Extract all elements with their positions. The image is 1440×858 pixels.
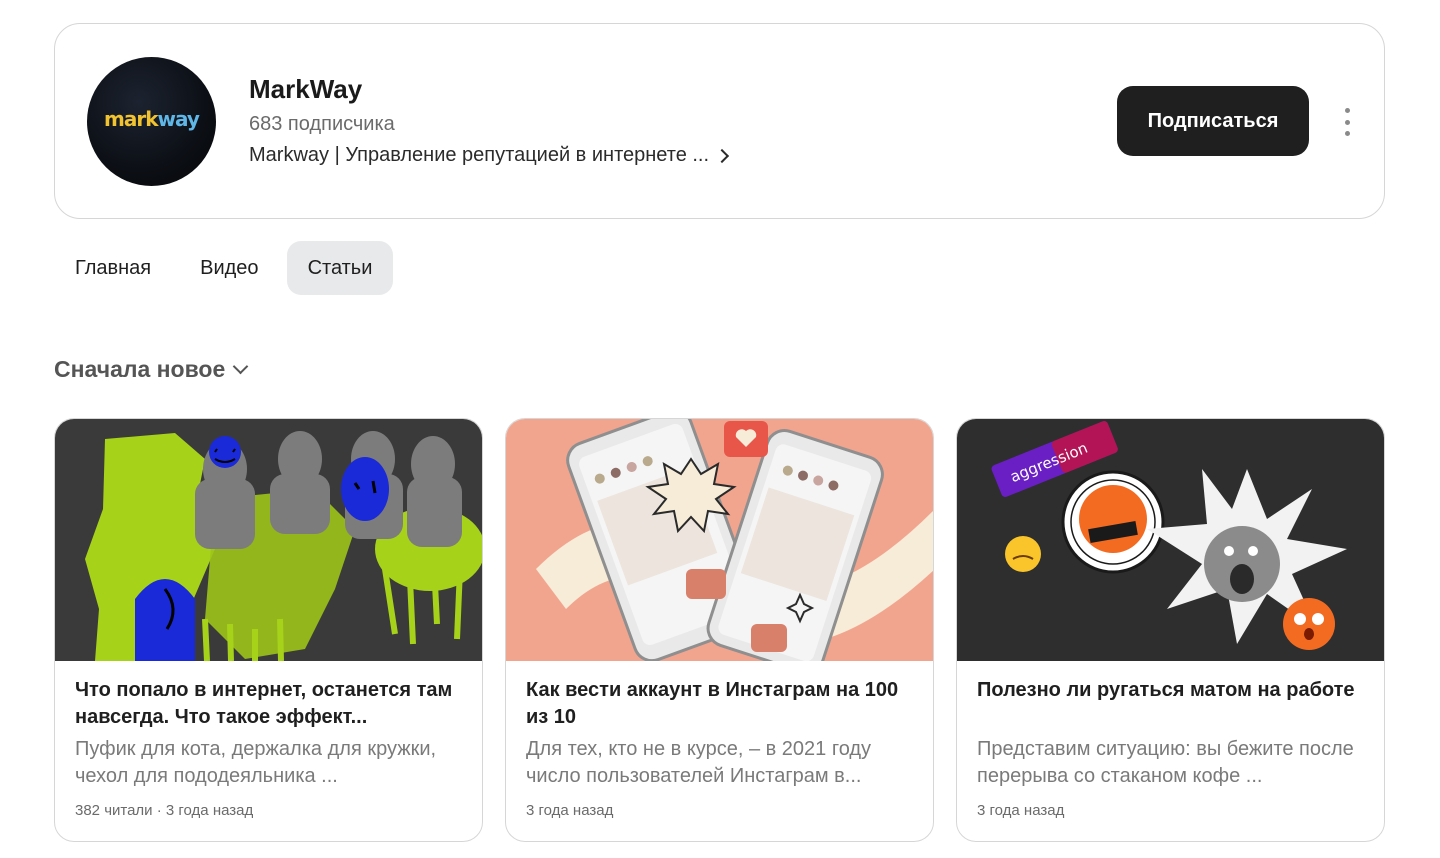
article-meta: 3 года назад <box>977 802 1065 819</box>
channel-header-card: markway MarkWay 683 подписчика Markway |… <box>54 23 1385 219</box>
article-card[interactable]: Как вести аккаунт в Инстаграм на 100 из … <box>505 418 934 842</box>
article-card[interactable]: Что попало в интернет, останется там нав… <box>54 418 483 842</box>
article-title: Как вести аккаунт в Инстаграм на 100 из … <box>526 679 899 728</box>
channel-name: MarkWay <box>249 74 363 104</box>
more-options-icon[interactable] <box>1337 108 1357 136</box>
article-card[interactable]: aggression Полезно ли ругаться матом на … <box>956 418 1385 842</box>
channel-description: Markway | Управление репутацией в интерн… <box>249 144 710 166</box>
channel-description-link[interactable]: Markway | Управление репутацией в интерн… <box>249 144 730 167</box>
chevron-down-icon <box>233 358 249 375</box>
article-snippet: Пуфик для кота, держалка для кружки, чех… <box>75 738 437 787</box>
channel-tabs: Главная Видео Статьи <box>54 241 400 295</box>
avatar-logo: markway <box>104 107 200 131</box>
article-thumbnail <box>506 419 933 661</box>
article-title: Полезно ли ругаться матом на работе <box>977 679 1355 701</box>
article-thumbnail: aggression <box>957 419 1384 661</box>
subscribe-button[interactable]: Подписаться <box>1117 86 1309 156</box>
sort-dropdown[interactable]: Сначала новое <box>54 356 249 383</box>
tab-articles[interactable]: Статьи <box>286 241 394 295</box>
article-title: Что попало в интернет, останется там нав… <box>75 679 453 728</box>
tab-main[interactable]: Главная <box>54 241 172 295</box>
channel-avatar[interactable]: markway <box>87 57 216 186</box>
subscriber-count: 683 подписчика <box>249 113 395 135</box>
article-snippet: Для тех, кто не в курсе, – в 2021 году ч… <box>526 738 872 787</box>
article-snippet: Представим ситуацию: вы бежите после пер… <box>977 738 1354 787</box>
tab-video[interactable]: Видео <box>179 241 279 295</box>
article-thumbnail <box>55 419 482 661</box>
sort-label: Сначала новое <box>54 356 226 382</box>
article-meta: 382 читали · 3 года назад <box>75 802 254 819</box>
article-meta: 3 года назад <box>526 802 614 819</box>
chevron-right-icon <box>714 148 730 164</box>
